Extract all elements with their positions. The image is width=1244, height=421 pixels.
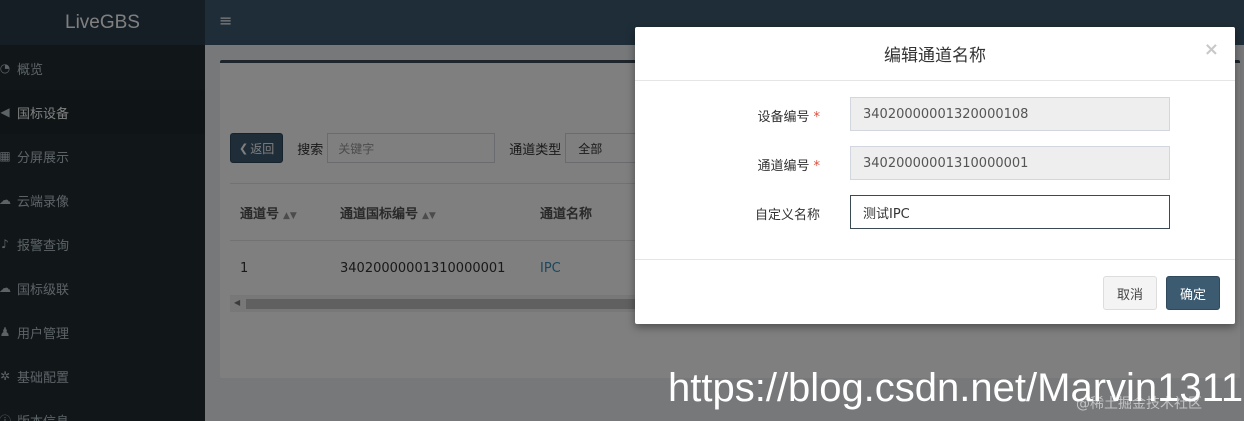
custom-name-row: 自定义名称 测试IPC <box>635 195 1235 229</box>
device-id-field: 34020000001320000108 <box>850 97 1170 131</box>
edit-channel-name-dialog: 编辑通道名称 × 设备编号 * 34020000001320000108 通道编号… <box>635 27 1235 324</box>
custom-name-input[interactable]: 测试IPC <box>850 195 1170 229</box>
confirm-button[interactable]: 确定 <box>1166 276 1220 310</box>
close-icon[interactable]: × <box>1204 39 1219 60</box>
dialog-header: 编辑通道名称 × <box>635 27 1235 81</box>
channel-id-field: 34020000001310000001 <box>850 146 1170 180</box>
channel-id-label: 通道编号 * <box>757 159 821 174</box>
community-watermark: @稀土掘金技术社区 <box>1076 396 1202 412</box>
dialog-footer: 取消 确定 <box>635 259 1235 324</box>
custom-name-label: 自定义名称 <box>754 208 820 223</box>
required-mark: * <box>813 110 821 125</box>
cancel-button[interactable]: 取消 <box>1103 276 1157 310</box>
required-mark: * <box>813 159 821 174</box>
dialog-title: 编辑通道名称 <box>884 46 986 66</box>
channel-id-row: 通道编号 * 34020000001310000001 <box>635 146 1235 180</box>
device-id-label: 设备编号 * <box>757 110 821 125</box>
device-id-row: 设备编号 * 34020000001320000108 <box>635 97 1235 131</box>
